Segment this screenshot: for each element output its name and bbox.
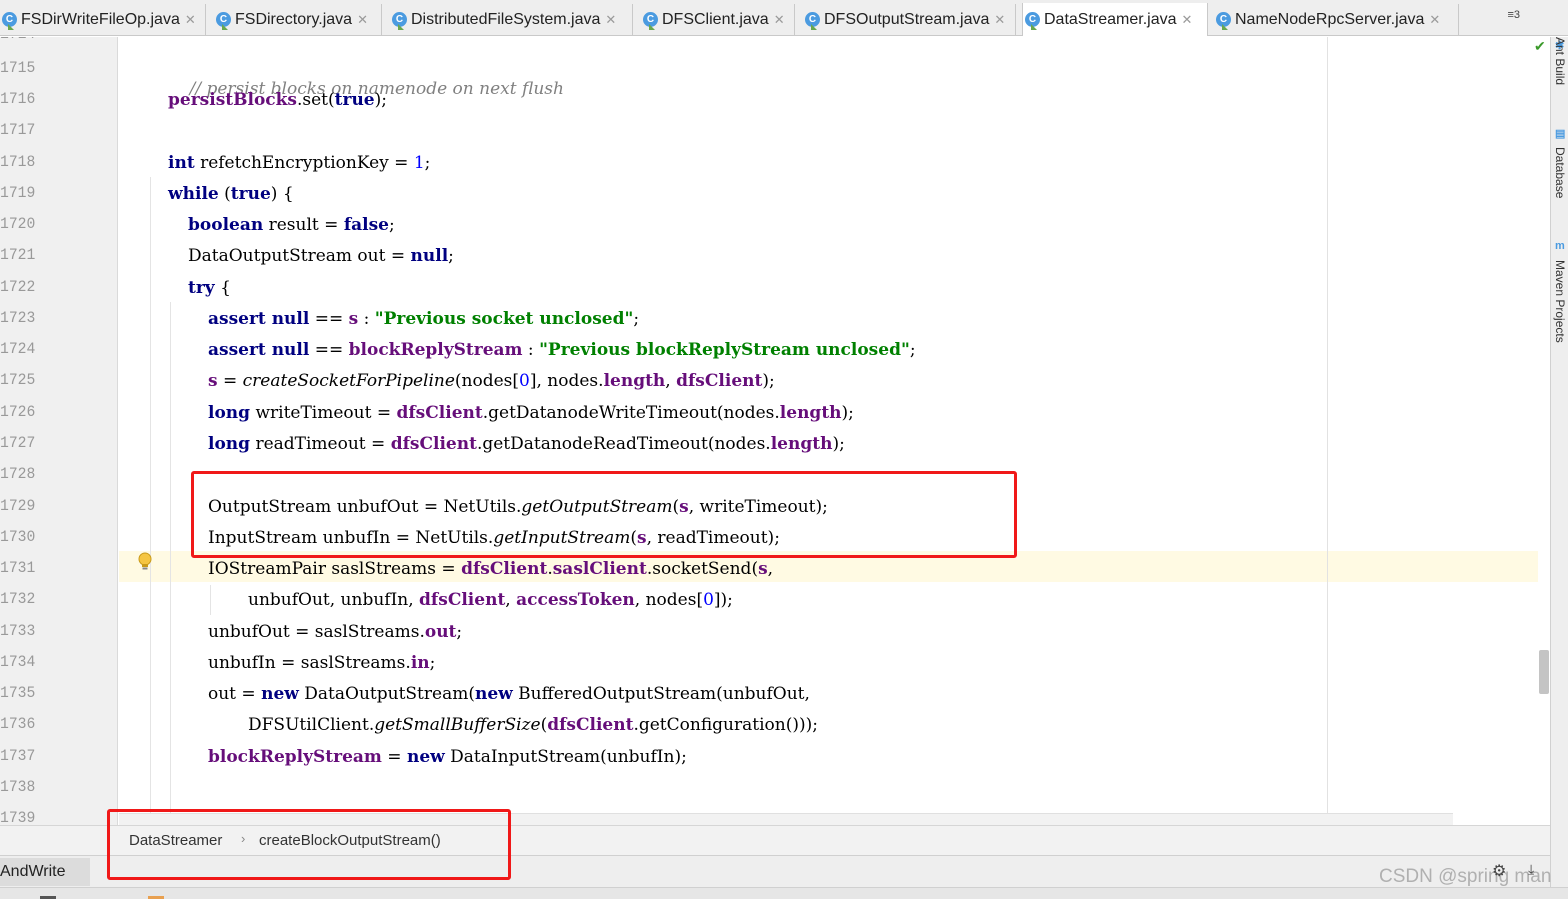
lightbulb-icon[interactable] — [137, 552, 153, 572]
highlight-box-code — [191, 471, 1017, 558]
line-number: 1718 — [0, 153, 36, 171]
close-icon[interactable]: ✕ — [774, 12, 785, 28]
tab-fsdirectory[interactable]: C FSDirectory.java ✕ — [214, 4, 382, 35]
checkmark-icon: ✔ — [1534, 38, 1546, 54]
line-number: 1719 — [0, 184, 36, 202]
tab-label: DataStreamer.java — [1044, 10, 1177, 28]
status-bar — [0, 887, 1568, 899]
right-tool-strip: ✱ Ant Build ▤ Database m Maven Projects — [1550, 37, 1568, 887]
indent-guide — [150, 177, 151, 825]
tab-label: DistributedFileSystem.java — [411, 10, 601, 28]
code-line-1735[interactable]: out = new DataOutputStream(new BufferedO… — [208, 684, 810, 704]
tab-label: FSDirWriteFileOp.java — [21, 10, 180, 28]
right-margin-guide — [1327, 37, 1328, 813]
close-icon[interactable]: ✕ — [994, 12, 1005, 28]
line-number: 1737 — [0, 747, 36, 765]
tab-overflow-button[interactable]: ≡3 — [1507, 9, 1520, 21]
code-line-1725[interactable]: s = createSocketForPipeline(nodes[0], no… — [208, 371, 775, 391]
tab-label: DFSClient.java — [662, 10, 769, 28]
tab-namenoderpcserver[interactable]: C NameNodeRpcServer.java ✕ — [1214, 4, 1459, 35]
code-line-1732[interactable]: unbufOut, unbufIn, dfsClient, accessToke… — [248, 590, 733, 610]
code-line-1727[interactable]: long readTimeout = dfsClient.getDatanode… — [208, 434, 845, 454]
tab-label: NameNodeRpcServer.java — [1235, 10, 1425, 28]
code-line-1731[interactable]: IOStreamPair saslStreams = dfsClient.sas… — [208, 559, 773, 579]
code-line-1734[interactable]: unbufIn = saslStreams.in; — [208, 653, 435, 673]
java-class-icon: C — [1216, 12, 1231, 27]
line-number: 1723 — [0, 309, 36, 327]
close-icon[interactable]: ✕ — [185, 12, 196, 28]
java-class-icon: C — [216, 12, 231, 27]
vertical-scrollbar-thumb[interactable] — [1539, 650, 1549, 694]
line-number: 1731 — [0, 559, 36, 577]
line-number: 1733 — [0, 622, 36, 640]
line-number: 1736 — [0, 715, 36, 733]
code-line-1719[interactable]: while (true) { — [168, 184, 294, 204]
java-class-icon: C — [2, 12, 17, 27]
indent-guide — [210, 585, 211, 615]
java-class-icon: C — [805, 12, 820, 27]
tab-label: DFSOutputStream.java — [824, 10, 990, 28]
tool-database[interactable]: Database — [1553, 147, 1567, 198]
code-line-1718[interactable]: int refetchEncryptionKey = 1; — [168, 153, 430, 173]
code-line-1721[interactable]: DataOutputStream out = null; — [188, 246, 454, 266]
code-line-1737[interactable]: blockReplyStream = new DataInputStream(u… — [208, 747, 687, 767]
code-line-1723[interactable]: assert null == s : "Previous socket uncl… — [208, 309, 639, 329]
line-number: 1738 — [0, 778, 36, 796]
tab-datastreamer[interactable]: C DataStreamer.java ✕ — [1022, 3, 1208, 36]
java-class-icon: C — [643, 12, 658, 27]
download-icon[interactable]: ⤓ — [1528, 861, 1534, 878]
line-number: 1721 — [0, 246, 36, 264]
indent-guide — [170, 302, 171, 825]
line-number: 1729 — [0, 497, 36, 515]
database-icon: ▤ — [1555, 128, 1566, 140]
code-line-1733[interactable]: unbufOut = saslStreams.out; — [208, 622, 462, 642]
highlight-box-breadcrumb — [107, 809, 511, 880]
line-number: 1724 — [0, 340, 36, 358]
close-icon[interactable]: ✕ — [1182, 12, 1193, 28]
line-number: 1716 — [0, 90, 36, 108]
java-class-icon: C — [1025, 12, 1040, 27]
java-class-icon: C — [392, 12, 407, 27]
code-line-1726[interactable]: long writeTimeout = dfsClient.getDatanod… — [208, 403, 854, 423]
line-number: 1734 — [0, 653, 36, 671]
code-line-1720[interactable]: boolean result = false; — [188, 215, 395, 235]
maven-icon: m — [1555, 240, 1565, 252]
line-number: 1722 — [0, 278, 36, 296]
run-tool-tab[interactable]: AndWrite — [0, 858, 90, 886]
line-number: 1715 — [0, 59, 36, 77]
editor-tab-bar: C FSDirWriteFileOp.java ✕ C FSDirectory.… — [0, 0, 1568, 36]
line-number: 1725 — [0, 371, 36, 389]
line-number: 1714 — [0, 37, 37, 43]
code-editor[interactable]: // persist blocks on namenode on next fl… — [119, 37, 1538, 825]
tab-distributedfilesystem[interactable]: C DistributedFileSystem.java ✕ — [390, 4, 633, 35]
close-icon[interactable]: ✕ — [605, 12, 616, 28]
line-number: 1720 — [0, 215, 36, 233]
line-number: 1739 — [0, 809, 36, 825]
line-number: 1727 — [0, 434, 36, 452]
line-number: 1728 — [0, 465, 36, 483]
code-line-1715[interactable]: // persist blocks on namenode on next fl… — [168, 59, 564, 119]
line-number: 1730 — [0, 528, 36, 546]
tab-dfsoutputstream[interactable]: C DFSOutputStream.java ✕ — [803, 4, 1016, 35]
tool-maven-projects[interactable]: Maven Projects — [1553, 260, 1567, 343]
code-line-1736[interactable]: DFSUtilClient.getSmallBufferSize(dfsClie… — [248, 715, 818, 735]
line-number: 1726 — [0, 403, 36, 421]
watermark: CSDN @spring man — [1379, 866, 1552, 887]
line-number: 1732 — [0, 590, 36, 608]
tool-ant-build[interactable]: Ant Build — [1553, 37, 1567, 85]
close-icon[interactable]: ✕ — [357, 12, 368, 28]
line-number-gutter[interactable]: 1714 1715 1716 1717 1718 1719 1720 1721 … — [0, 37, 118, 825]
code-line-1724[interactable]: assert null == blockReplyStream : "Previ… — [208, 340, 916, 360]
code-line-1722[interactable]: try { — [188, 278, 231, 298]
gear-icon[interactable]: ⚙ — [1492, 861, 1506, 881]
line-number: 1717 — [0, 121, 36, 139]
tab-fsdirwritefileop[interactable]: C FSDirWriteFileOp.java ✕ — [0, 4, 206, 35]
line-number: 1735 — [0, 684, 36, 702]
code-line-1716[interactable]: persistBlocks.set(true); — [168, 90, 387, 110]
tab-label: FSDirectory.java — [235, 10, 353, 28]
tab-dfsclient[interactable]: C DFSClient.java ✕ — [641, 4, 795, 35]
close-icon[interactable]: ✕ — [1429, 12, 1440, 28]
